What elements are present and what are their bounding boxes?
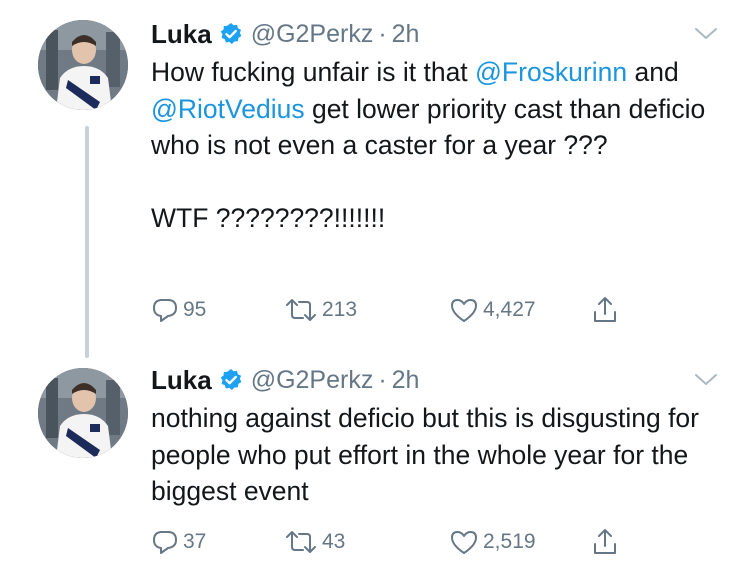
avatar[interactable] <box>38 20 128 110</box>
like-count: 2,519 <box>483 530 536 553</box>
reply-icon <box>153 299 177 322</box>
share-icon <box>594 297 616 322</box>
mention-link[interactable]: @Froskurinn <box>475 57 627 87</box>
tweet-paragraph: WTF ????????!!!!!!! <box>151 202 386 233</box>
like-count: 4,427 <box>483 298 536 321</box>
heart-icon <box>451 531 477 554</box>
avatar-photo <box>38 368 128 458</box>
tweet-actions: 95 213 4,427 <box>151 294 671 326</box>
tweet[interactable]: Luka @G2Perkz · 2h How fucking unfair is… <box>0 0 750 345</box>
separator-dot: · <box>378 365 387 394</box>
retweet-icon <box>286 531 316 553</box>
timestamp[interactable]: 2h <box>392 366 420 395</box>
chevron-down-icon[interactable] <box>693 26 719 42</box>
chevron-down-icon[interactable] <box>693 372 719 388</box>
like-button[interactable]: 2,519 <box>449 526 536 558</box>
author-name[interactable]: Luka <box>151 19 212 50</box>
verified-badge-icon <box>219 368 243 392</box>
share-icon <box>594 529 616 554</box>
tweet-text-part: and <box>634 57 679 87</box>
reply-count: 95 <box>183 298 207 321</box>
reply-button[interactable]: 37 <box>151 526 206 558</box>
share-button[interactable] <box>591 526 619 558</box>
retweet-button[interactable]: 43 <box>284 526 345 558</box>
retweet-count: 43 <box>322 530 346 553</box>
retweet-icon <box>286 299 316 321</box>
author-name[interactable]: Luka <box>151 365 212 396</box>
reply-count: 37 <box>183 530 207 553</box>
reply-button[interactable]: 95 <box>151 294 206 326</box>
like-button[interactable]: 4,427 <box>449 294 536 326</box>
tweet-actions: 37 43 2,519 <box>151 526 671 558</box>
tweet[interactable]: Luka @G2Perkz · 2h nothing against defic… <box>0 346 750 564</box>
tweet-text: How fucking unfair is it that @Froskurin… <box>151 54 741 236</box>
heart-icon <box>451 299 477 322</box>
tweet-header: Luka @G2Perkz · 2h <box>151 360 419 400</box>
tweet-header: Luka @G2Perkz · 2h <box>151 14 419 54</box>
mention-link[interactable]: @RiotVedius <box>151 94 305 124</box>
reply-icon <box>153 531 177 554</box>
tweet-text: nothing against deficio but this is disg… <box>151 403 699 506</box>
author-handle[interactable]: @G2Perkz <box>251 20 374 49</box>
tweet-text-part: How fucking unfair is it that <box>151 57 476 87</box>
avatar-photo <box>38 20 128 110</box>
share-button[interactable] <box>591 294 619 326</box>
separator-dot: · <box>378 19 387 48</box>
author-handle[interactable]: @G2Perkz <box>251 366 374 395</box>
tweet-paragraph: How fucking unfair is it that @Froskurin… <box>151 54 741 164</box>
retweet-button[interactable]: 213 <box>284 294 357 326</box>
avatar[interactable] <box>38 368 128 458</box>
retweet-count: 213 <box>322 298 358 321</box>
verified-badge-icon <box>219 22 243 46</box>
timestamp[interactable]: 2h <box>392 20 420 49</box>
